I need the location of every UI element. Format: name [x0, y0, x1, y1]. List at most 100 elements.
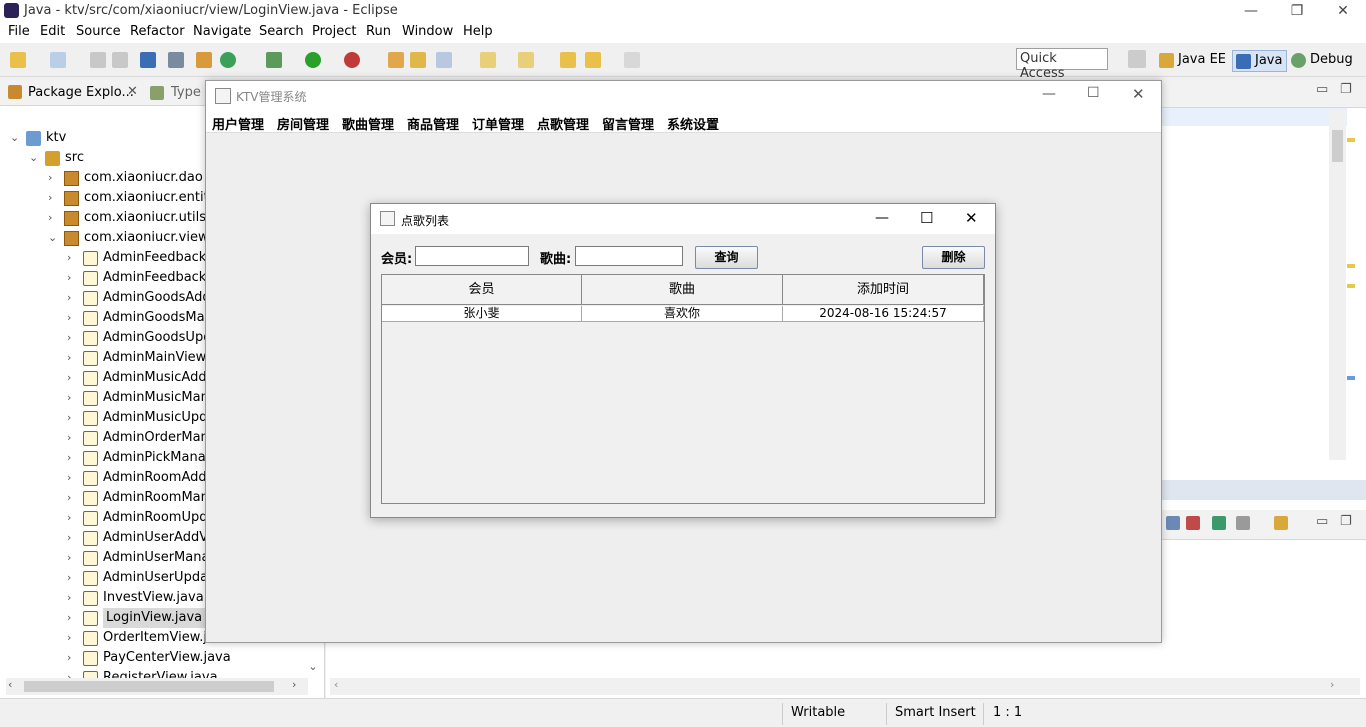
cell-member[interactable]: 张小斐	[382, 306, 582, 322]
horizontal-scroll-thumb[interactable]	[24, 681, 274, 692]
console-icon[interactable]	[140, 52, 156, 68]
save-all-icon[interactable]	[112, 52, 128, 68]
menu-window[interactable]: Window	[402, 24, 453, 39]
console-view-icon[interactable]	[1166, 516, 1180, 530]
next-annotation-icon[interactable]	[480, 52, 496, 68]
column-header-added-time[interactable]: 添加时间	[783, 275, 984, 305]
overview-marker[interactable]	[1347, 376, 1355, 380]
member-input[interactable]	[415, 246, 529, 266]
scroll-down-icon[interactable]: ⌄	[306, 660, 320, 680]
scroll-right-icon[interactable]: ›	[1330, 678, 1334, 691]
search-icon[interactable]	[436, 52, 452, 68]
expand-arrow-icon[interactable]: ›	[67, 548, 79, 568]
open-perspective-icon[interactable]	[1128, 50, 1146, 68]
maximize-view-icon[interactable]: ❐	[1340, 82, 1352, 97]
perspective-java[interactable]: Java	[1232, 50, 1288, 72]
new-wizard-icon[interactable]	[50, 52, 66, 68]
menu-song-management[interactable]: 歌曲管理	[342, 114, 394, 133]
quick-access-input[interactable]: Quick Access	[1016, 48, 1108, 81]
minimize-icon[interactable]: —	[1228, 0, 1274, 22]
tab-type-hierarchy[interactable]: Type	[171, 85, 201, 100]
cell-added-time[interactable]: 2024-08-16 15:24:57	[783, 306, 984, 322]
debug-icon[interactable]	[266, 52, 282, 68]
overview-marker[interactable]	[1347, 138, 1355, 142]
save-icon[interactable]	[90, 52, 106, 68]
collapse-arrow-icon[interactable]: ⌄	[48, 228, 60, 248]
editor-scroll-thumb[interactable]	[1332, 130, 1343, 162]
menu-pick-management[interactable]: 点歌管理	[537, 114, 589, 133]
perspective-debug[interactable]: Debug	[1288, 50, 1357, 72]
scroll-left-icon[interactable]: ‹	[334, 678, 338, 691]
new-icon[interactable]	[10, 52, 26, 68]
run-icon[interactable]	[305, 52, 321, 68]
display-console-icon[interactable]	[1236, 516, 1250, 530]
pin-console-icon[interactable]	[1212, 516, 1226, 530]
open-folder-icon[interactable]	[410, 52, 426, 68]
expand-arrow-icon[interactable]: ›	[67, 588, 79, 608]
expand-arrow-icon[interactable]: ›	[67, 308, 79, 328]
scroll-right-icon[interactable]: ›	[292, 678, 296, 691]
menu-help[interactable]: Help	[463, 24, 493, 39]
expand-arrow-icon[interactable]: ›	[67, 468, 79, 488]
menu-goods-management[interactable]: 商品管理	[407, 114, 459, 133]
expand-arrow-icon[interactable]: ›	[67, 528, 79, 548]
ktv-close-icon[interactable]: ✕	[1132, 85, 1145, 103]
collapse-arrow-icon[interactable]: ⌄	[29, 148, 41, 168]
collapse-arrow-icon[interactable]: ⌄	[10, 128, 22, 148]
expand-arrow-icon[interactable]: ›	[67, 388, 79, 408]
expand-arrow-icon[interactable]: ›	[67, 608, 79, 628]
editor-vertical-scrollbar[interactable]	[1329, 110, 1346, 460]
expand-arrow-icon[interactable]: ›	[67, 568, 79, 588]
column-header-song[interactable]: 歌曲	[582, 275, 783, 305]
menu-source[interactable]: Source	[76, 24, 121, 39]
overview-marker[interactable]	[1347, 284, 1355, 288]
column-header-member[interactable]: 会员	[382, 275, 582, 305]
expand-arrow-icon[interactable]: ›	[67, 628, 79, 648]
minimize-view-icon[interactable]: ▭	[1316, 82, 1328, 97]
expand-arrow-icon[interactable]: ›	[67, 668, 79, 678]
expand-arrow-icon[interactable]: ›	[67, 268, 79, 288]
menu-navigate[interactable]: Navigate	[193, 24, 251, 39]
expand-arrow-icon[interactable]: ›	[67, 248, 79, 268]
cell-song[interactable]: 喜欢你	[582, 306, 783, 322]
open-type-icon[interactable]	[196, 52, 212, 68]
previous-annotation-icon[interactable]	[518, 52, 534, 68]
overview-marker[interactable]	[1347, 264, 1355, 268]
external-tools-icon[interactable]	[344, 52, 360, 68]
expand-arrow-icon[interactable]: ›	[67, 368, 79, 388]
close-icon[interactable]: ✕	[1320, 0, 1366, 22]
horizontal-scrollbar[interactable]: ‹ ›	[6, 678, 308, 695]
refresh-icon[interactable]	[220, 52, 236, 68]
song-input[interactable]	[575, 246, 683, 266]
menu-room-management[interactable]: 房间管理	[277, 114, 329, 133]
dialog-minimize-icon[interactable]: —	[875, 210, 889, 226]
maximize-console-icon[interactable]: ❐	[1340, 514, 1352, 529]
expand-arrow-icon[interactable]: ›	[67, 288, 79, 308]
back-icon[interactable]	[585, 52, 601, 68]
dialog-maximize-icon[interactable]: ☐	[920, 209, 933, 227]
expand-arrow-icon[interactable]: ›	[67, 488, 79, 508]
expand-arrow-icon[interactable]: ›	[48, 188, 60, 208]
perspective-java-ee[interactable]: Java EE	[1156, 50, 1230, 72]
menu-run[interactable]: Run	[366, 24, 391, 39]
console-horizontal-scrollbar[interactable]: ‹ ›	[330, 678, 1360, 695]
expand-arrow-icon[interactable]: ›	[67, 448, 79, 468]
last-edit-icon[interactable]	[560, 52, 576, 68]
expand-arrow-icon[interactable]: ›	[67, 408, 79, 428]
expand-arrow-icon[interactable]: ›	[67, 328, 79, 348]
menu-order-management[interactable]: 订单管理	[472, 114, 524, 133]
expand-arrow-icon[interactable]: ›	[48, 168, 60, 188]
expand-arrow-icon[interactable]: ›	[67, 348, 79, 368]
expand-arrow-icon[interactable]: ›	[48, 208, 60, 228]
minimize-console-icon[interactable]: ▭	[1316, 514, 1328, 529]
ktv-maximize-icon[interactable]: ☐	[1087, 85, 1100, 101]
forward-icon[interactable]	[624, 52, 640, 68]
menu-file[interactable]: File	[8, 24, 30, 39]
close-tab-icon[interactable]: ✕	[127, 84, 138, 99]
scroll-left-icon[interactable]: ‹	[8, 678, 12, 691]
menu-message-management[interactable]: 留言管理	[602, 114, 654, 133]
menu-system-settings[interactable]: 系统设置	[667, 114, 719, 133]
dialog-close-icon[interactable]: ✕	[965, 209, 978, 227]
menu-edit[interactable]: Edit	[40, 24, 65, 39]
skip-breakpoints-icon[interactable]	[168, 52, 184, 68]
